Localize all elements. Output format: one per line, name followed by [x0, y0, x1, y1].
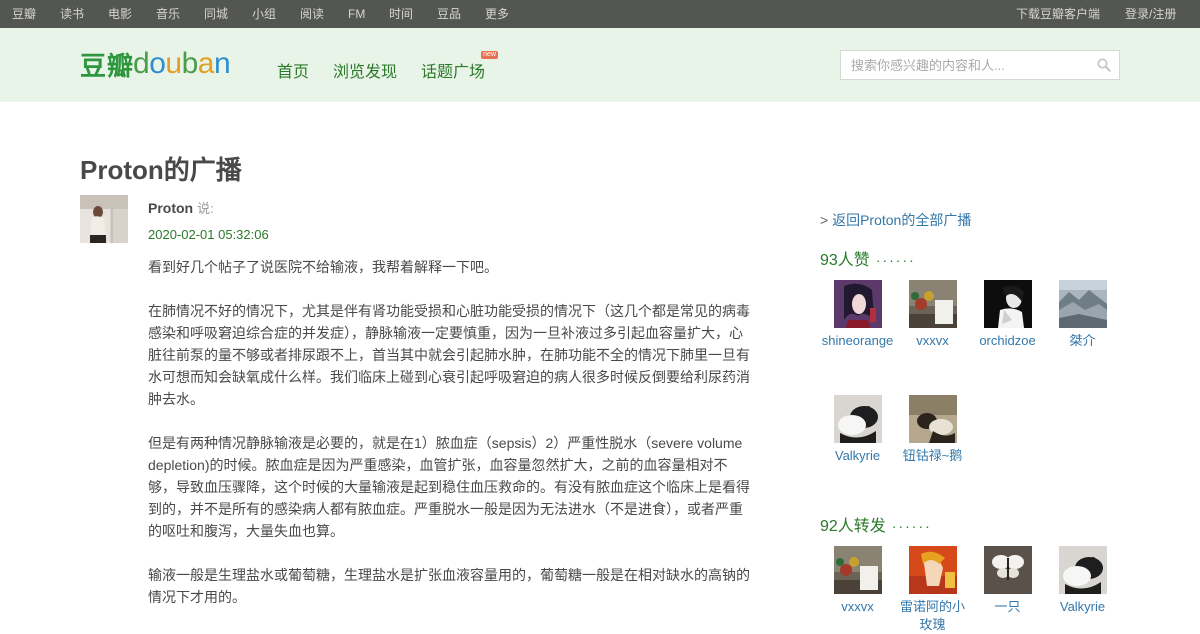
reshare-user-name[interactable]: 雷诺阿的小玫瑰 [895, 598, 970, 634]
cats-avatar[interactable] [1058, 546, 1107, 594]
site-header: 豆瓣 douban 首页 浏览发现 话题广场 new [0, 28, 1200, 102]
cats-avatar[interactable] [833, 395, 882, 443]
global-nav-read[interactable]: 阅读 [300, 0, 324, 28]
logo-cn: 豆瓣 [80, 51, 135, 81]
reshare-user-name[interactable]: vxxvx [820, 598, 895, 616]
like-user[interactable]: orchidzoe [970, 280, 1045, 350]
logo-letter: a [197, 47, 215, 80]
global-nav-book[interactable]: 读书 [60, 0, 84, 28]
global-nav-market[interactable]: 豆品 [437, 0, 461, 28]
reshares-more-link[interactable]: ······ [892, 518, 932, 534]
post-paragraph: 在肺情况不好的情况下，尤其是伴有肾功能受损和心脏功能受损的情况下（这几个都是常见… [148, 303, 750, 407]
anime-portrait-avatar[interactable] [833, 280, 882, 328]
post-paragraph: 输液一般是生理盐水或葡萄糖，生理盐水是扩张血液容量用的，葡萄糖一般是在相对缺水的… [148, 567, 750, 605]
still-life-avatar[interactable] [908, 280, 957, 328]
like-user-name[interactable]: vxxvx [895, 332, 970, 350]
reshare-user-name[interactable]: 一只 [970, 598, 1045, 616]
like-user-name[interactable]: 桀介 [1045, 332, 1120, 350]
back-arrow: > [820, 212, 829, 228]
post-content: 看到好几个帖子了说医院不给输液，我帮着解释一下吧。 在肺情况不好的情况下，尤其是… [148, 256, 754, 630]
global-nav-group[interactable]: 小组 [252, 0, 276, 28]
new-badge: new [481, 51, 498, 59]
global-nav-music[interactable]: 音乐 [156, 0, 180, 28]
reshare-user[interactable]: Valkyrie [1045, 546, 1120, 616]
like-user[interactable]: 钮钴禄~鹅 [895, 395, 970, 465]
logo-letter: o [149, 47, 166, 80]
like-user-name[interactable]: shineorange [820, 332, 895, 350]
global-nav-time[interactable]: 时间 [389, 0, 413, 28]
global-nav-movie[interactable]: 电影 [108, 0, 132, 28]
back-link[interactable]: 返回Proton的全部广播 [832, 212, 971, 228]
page-title: Proton的广播 [80, 155, 242, 185]
nav-home[interactable]: 首页 [277, 58, 309, 82]
like-user[interactable]: shineorange [820, 280, 895, 350]
reshare-user[interactable]: 雷诺阿的小玫瑰 [895, 546, 970, 634]
post-timestamp[interactable]: 2020-02-01 05:32:06 [148, 227, 269, 242]
post-paragraph: 看到好几个帖子了说医院不给输液，我帮着解释一下吧。 [148, 259, 498, 275]
post-paragraph: 但是有两种情况静脉输液是必要的，就是在1）脓血症（sepsis）2）严重性脱水（… [148, 435, 750, 539]
search-input[interactable] [841, 51, 1091, 79]
nav-explore[interactable]: 浏览发现 [333, 58, 397, 82]
bw-portrait-avatar[interactable] [983, 280, 1032, 328]
cats-sepia-avatar[interactable] [908, 395, 957, 443]
global-nav-more[interactable]: 更多 [485, 0, 509, 28]
likes-more-link[interactable]: ······ [876, 252, 916, 268]
search-icon[interactable] [1097, 58, 1111, 72]
logo-letter: u [165, 47, 182, 80]
reshare-user-name[interactable]: Valkyrie [1045, 598, 1120, 616]
reshares-count: 92人转发 [820, 518, 886, 535]
still-life-avatar[interactable] [833, 546, 882, 594]
login-register-link[interactable]: 登录/注册 [1125, 0, 1176, 28]
post-author: Proton 说: [148, 198, 214, 217]
like-user[interactable]: Valkyrie [820, 395, 895, 465]
download-app-link[interactable]: 下载豆瓣客户端 [1016, 0, 1100, 28]
author-name-link[interactable]: Proton [148, 200, 193, 216]
logo-en: douban [133, 47, 231, 81]
global-nav: 豆瓣 读书 电影 音乐 同城 小组 阅读 FM 时间 豆品 更多 下载豆瓣客户端… [0, 0, 1200, 28]
said-label: 说: [197, 201, 214, 216]
landscape-avatar[interactable] [1058, 280, 1107, 328]
like-user[interactable]: vxxvx [895, 280, 970, 350]
global-nav-fm[interactable]: FM [348, 0, 365, 28]
logo-letter: b [181, 47, 199, 80]
like-user[interactable]: 桀介 [1045, 280, 1120, 350]
painting-avatar[interactable] [908, 546, 957, 594]
logo-letter: n [213, 47, 231, 80]
global-nav-douban[interactable]: 豆瓣 [12, 0, 36, 28]
reshares-title: 92人转发 ······ [820, 512, 932, 536]
likes-count: 93人赞 [820, 252, 870, 269]
like-user-name[interactable]: 钮钴禄~鹅 [895, 447, 970, 465]
nav-topics[interactable]: 话题广场 [421, 58, 485, 82]
global-nav-location[interactable]: 同城 [204, 0, 228, 28]
reshare-user[interactable]: vxxvx [820, 546, 895, 616]
search-box [840, 50, 1120, 80]
like-user-name[interactable]: Valkyrie [820, 447, 895, 465]
back-to-status-list: > 返回Proton的全部广播 [820, 210, 971, 230]
likes-title: 93人赞 ······ [820, 246, 916, 270]
logo-letter: d [133, 47, 150, 80]
reshare-user[interactable]: 一只 [970, 546, 1045, 616]
author-avatar[interactable] [80, 195, 128, 243]
butterfly-avatar[interactable] [983, 546, 1032, 594]
like-user-name[interactable]: orchidzoe [970, 332, 1045, 350]
